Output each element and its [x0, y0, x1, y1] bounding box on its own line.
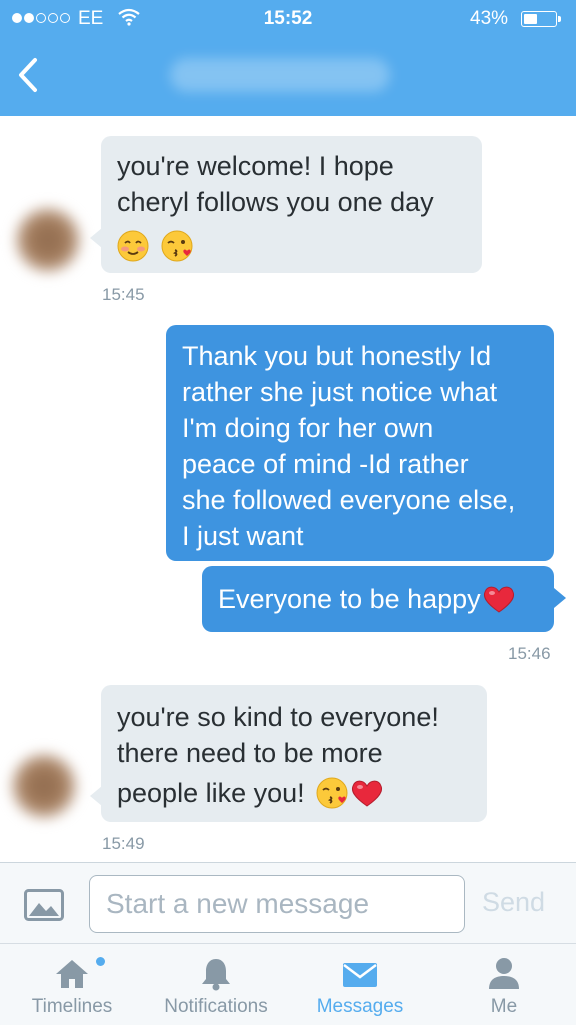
message-timestamp: 15:46: [508, 644, 551, 663]
bell-icon: [202, 959, 230, 991]
avatar[interactable]: [10, 752, 78, 820]
photo-button[interactable]: [24, 889, 64, 921]
avatar[interactable]: [14, 206, 82, 274]
tab-me[interactable]: Me: [462, 944, 546, 1025]
tab-timelines[interactable]: Timelines: [16, 944, 128, 1025]
envelope-icon: [343, 963, 377, 987]
photo-icon: [24, 889, 64, 921]
home-icon: [56, 960, 88, 988]
battery-icon: [521, 11, 557, 27]
message-text-line: you're so kind to everyone!: [117, 702, 439, 732]
message-text-line: I'm doing for her own: [182, 413, 434, 443]
message-bubble-incoming[interactable]: you're so kind to everyone! there need t…: [101, 685, 487, 822]
smiling-blush-emoji: [117, 230, 149, 262]
message-text-line: Thank you but honestly Id: [182, 341, 492, 371]
message-text-line: people like you!: [117, 778, 305, 808]
bubble-tail: [554, 588, 566, 608]
message-bubble-outgoing[interactable]: Thank you but honestly Id rather she jus…: [166, 325, 554, 561]
person-icon: [489, 958, 519, 989]
message-text: Everyone to be happy: [218, 584, 481, 614]
tab-label: Me: [490, 996, 518, 1017]
kissing-heart-emoji: [161, 230, 193, 262]
message-input[interactable]: [89, 875, 465, 933]
nav-header: EE 15:52 43%: [0, 0, 576, 116]
message-text-line: she followed everyone else,: [182, 485, 516, 515]
red-heart-emoji: [483, 586, 514, 613]
tab-messages[interactable]: Messages: [303, 944, 417, 1025]
conversation-title: [170, 58, 390, 92]
message-text-line: there need to be more: [117, 738, 383, 768]
kissing-heart-emoji: [316, 777, 348, 809]
message-text-line: you're welcome! I hope: [117, 151, 394, 181]
message-composer: Send: [0, 862, 576, 943]
tab-label: Notifications: [164, 996, 268, 1017]
message-bubble-outgoing[interactable]: Everyone to be happy: [202, 566, 554, 632]
red-heart-emoji: [352, 780, 383, 807]
message-bubble-incoming[interactable]: you're welcome! I hope cheryl follows yo…: [101, 136, 482, 273]
message-timestamp: 15:45: [102, 285, 145, 304]
battery-tip: [558, 16, 561, 22]
message-timestamp: 15:49: [102, 834, 145, 853]
back-button[interactable]: [10, 52, 46, 98]
chevron-left-icon: [19, 58, 37, 92]
tab-label: Timelines: [31, 996, 113, 1017]
message-text-line: cheryl follows you one day: [117, 187, 434, 217]
tab-notifications[interactable]: Notifications: [150, 944, 282, 1025]
tab-bar: Timelines Notifications Messages Me: [0, 943, 576, 1025]
status-bar: EE 15:52 43%: [0, 0, 576, 38]
message-text-line: rather she just notice what: [182, 377, 498, 407]
send-button[interactable]: Send: [482, 887, 545, 918]
message-text-line: peace of mind -Id rather: [182, 449, 469, 479]
message-text-line: I just want: [182, 521, 304, 551]
tab-label: Messages: [316, 996, 404, 1017]
battery-percent: 43%: [470, 8, 509, 29]
notification-badge: [96, 957, 105, 966]
